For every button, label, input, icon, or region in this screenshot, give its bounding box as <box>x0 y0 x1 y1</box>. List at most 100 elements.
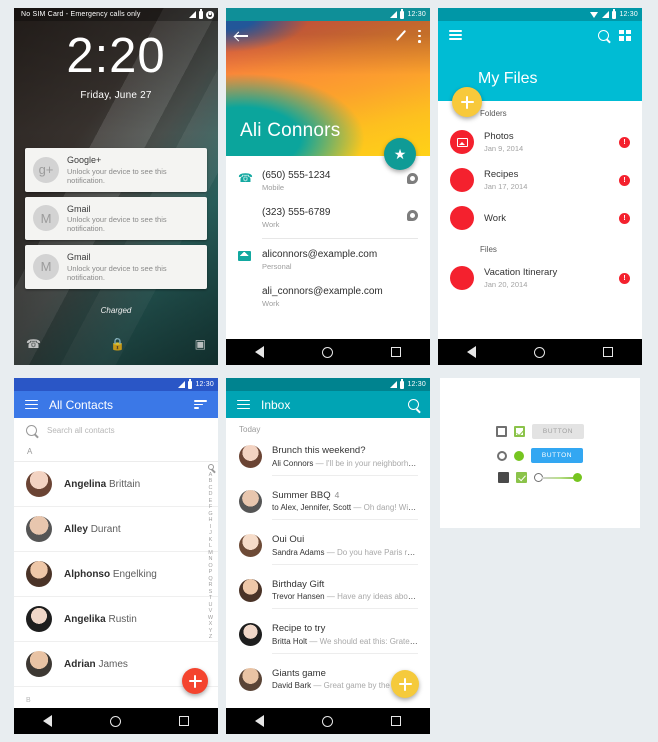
scrubber-letter[interactable]: O <box>208 563 212 569</box>
search-bar[interactable]: Search all contacts <box>14 418 218 442</box>
nav-back-icon[interactable] <box>255 715 264 727</box>
nav-recents-icon[interactable] <box>179 716 189 726</box>
contact-row-email-personal[interactable]: aliconnors@example.com Personal <box>226 241 430 278</box>
nav-home-icon[interactable] <box>110 715 121 727</box>
scrubber-letter[interactable]: P <box>209 569 213 575</box>
search-icon[interactable] <box>408 399 419 410</box>
add-icon <box>398 677 412 691</box>
hamburger-icon[interactable] <box>25 399 38 410</box>
scrubber-letter[interactable]: E <box>209 498 213 504</box>
nav-back-icon[interactable] <box>43 715 52 727</box>
notification-card[interactable]: g+ Google+ Unlock your device to see thi… <box>25 148 207 192</box>
add-fab[interactable] <box>452 87 482 117</box>
slider-end-knob[interactable] <box>573 473 582 482</box>
email-row[interactable]: Recipe to try Britta Holt — We should ea… <box>226 616 430 661</box>
notification-card[interactable]: M Gmail Unlock your device to see this n… <box>25 196 207 240</box>
contact-list-item[interactable]: Angelika Rustin <box>14 597 218 642</box>
favorite-fab[interactable]: ★ <box>384 138 416 170</box>
unchecked-checkbox[interactable] <box>495 426 507 437</box>
scrubber-letter[interactable]: M <box>208 550 213 556</box>
contact-list-item[interactable]: Alphonso Engelking <box>14 552 218 597</box>
scrubber-letter[interactable]: B <box>209 478 213 484</box>
scrubber-letter[interactable]: L <box>209 543 212 549</box>
scrubber-letter[interactable]: R <box>209 582 213 588</box>
email-row[interactable]: Birthday Gift Trevor Hansen — Have any i… <box>226 572 430 617</box>
email-row[interactable]: Brunch this weekend? Ali Connors — I'll … <box>226 438 430 483</box>
scrubber-letter[interactable]: X <box>209 621 213 627</box>
sort-icon[interactable] <box>194 400 207 410</box>
hamburger-icon[interactable] <box>449 30 462 40</box>
dark-checkbox[interactable] <box>498 472 509 483</box>
add-contact-fab[interactable] <box>182 668 208 694</box>
selected-radio[interactable] <box>513 450 524 461</box>
grid-view-icon[interactable] <box>619 29 631 41</box>
compose-fab[interactable] <box>391 670 419 698</box>
camera-icon[interactable]: ▣ <box>195 337 206 351</box>
info-badge[interactable]: ! <box>619 272 630 284</box>
scrubber-letter[interactable]: Z <box>209 634 212 640</box>
lock-icon[interactable]: 🔒 <box>110 337 125 351</box>
scrubber-letter[interactable]: J <box>209 530 212 536</box>
scrubber-letter[interactable]: H <box>209 517 213 523</box>
nav-recents-icon[interactable] <box>391 347 401 357</box>
email-row[interactable]: Summer BBQ 4 to Alex, Jennifer, Scott — O… <box>226 483 430 528</box>
checked-checkbox-outline[interactable] <box>513 426 525 437</box>
overflow-menu-icon[interactable] <box>418 29 421 43</box>
scrubber-letter[interactable]: K <box>209 537 213 543</box>
alphabet-scrubber[interactable]: ABCDEFGHIJKLMNOPQRSTUVWXYZ <box>205 464 216 640</box>
scrubber-letter[interactable]: T <box>209 595 212 601</box>
scrubber-letter[interactable]: I <box>210 524 212 530</box>
info-badge[interactable]: ! <box>619 136 630 148</box>
scrubber-letter[interactable]: U <box>209 602 213 608</box>
nav-recents-icon[interactable] <box>391 716 401 726</box>
nav-home-icon[interactable] <box>322 715 333 727</box>
phone-icon[interactable]: ☎ <box>26 337 41 351</box>
notification-card[interactable]: M Gmail Unlock your device to see this n… <box>25 245 207 289</box>
info-badge[interactable]: ! <box>619 212 630 224</box>
scrubber-letter[interactable]: F <box>209 504 212 510</box>
search-icon[interactable] <box>598 29 609 41</box>
email-row[interactable]: Oui Oui Sandra Adams — Do you have Paris… <box>226 527 430 572</box>
nav-back-icon[interactable] <box>467 346 476 358</box>
nav-home-icon[interactable] <box>534 346 545 358</box>
scrubber-letter[interactable]: V <box>209 608 213 614</box>
search-input[interactable]: Search all contacts <box>47 426 115 435</box>
contact-list-item[interactable]: Angelina Brittain <box>14 462 218 507</box>
search-icon[interactable] <box>207 464 214 470</box>
edit-pencil-icon[interactable] <box>395 30 407 42</box>
file-row[interactable]: Recipes Jan 17, 2014 ! <box>438 161 642 199</box>
file-row[interactable]: Photos Jan 9, 2014 ! <box>438 123 642 161</box>
contact-list-item[interactable]: Alley Durant <box>14 507 218 552</box>
account-icon[interactable] <box>206 10 214 19</box>
filled-checkbox[interactable] <box>516 472 527 483</box>
scrubber-letter[interactable]: D <box>209 491 213 497</box>
email-subject: Oui Oui <box>272 534 418 545</box>
avatar <box>239 667 262 691</box>
scrubber-letter[interactable]: S <box>209 589 213 595</box>
scrubber-letter[interactable]: C <box>209 485 213 491</box>
info-badge[interactable]: ! <box>619 174 630 186</box>
flat-button[interactable]: BUTTON <box>531 424 585 439</box>
message-icon[interactable] <box>407 207 418 221</box>
nav-back-icon[interactable] <box>255 346 264 358</box>
file-row[interactable]: Vacation Itinerary Jan 20, 2014 ! <box>438 259 642 297</box>
contact-row-email-work[interactable]: ali_connors@example.com Work <box>226 278 430 315</box>
contact-row-phone-work[interactable]: (323) 555-6789 Work <box>226 199 430 236</box>
slider-control[interactable] <box>534 473 582 482</box>
slider-track[interactable] <box>542 476 574 479</box>
scrubber-letter[interactable]: A <box>209 472 213 478</box>
message-icon[interactable] <box>407 170 418 184</box>
scrubber-letter[interactable]: Y <box>209 628 213 634</box>
nav-recents-icon[interactable] <box>603 347 613 357</box>
unselected-radio[interactable] <box>496 450 507 461</box>
raised-button[interactable]: BUTTON <box>530 448 584 463</box>
scrubber-letter[interactable]: G <box>208 511 212 517</box>
scrubber-letter[interactable]: N <box>209 556 213 562</box>
back-arrow-icon[interactable] <box>235 31 248 42</box>
scrubber-letter[interactable]: W <box>208 615 213 621</box>
search-icon[interactable] <box>26 424 37 436</box>
nav-home-icon[interactable] <box>322 346 333 358</box>
scrubber-letter[interactable]: Q <box>208 576 212 582</box>
hamburger-icon[interactable] <box>237 399 250 410</box>
file-row[interactable]: Work ! <box>438 199 642 237</box>
